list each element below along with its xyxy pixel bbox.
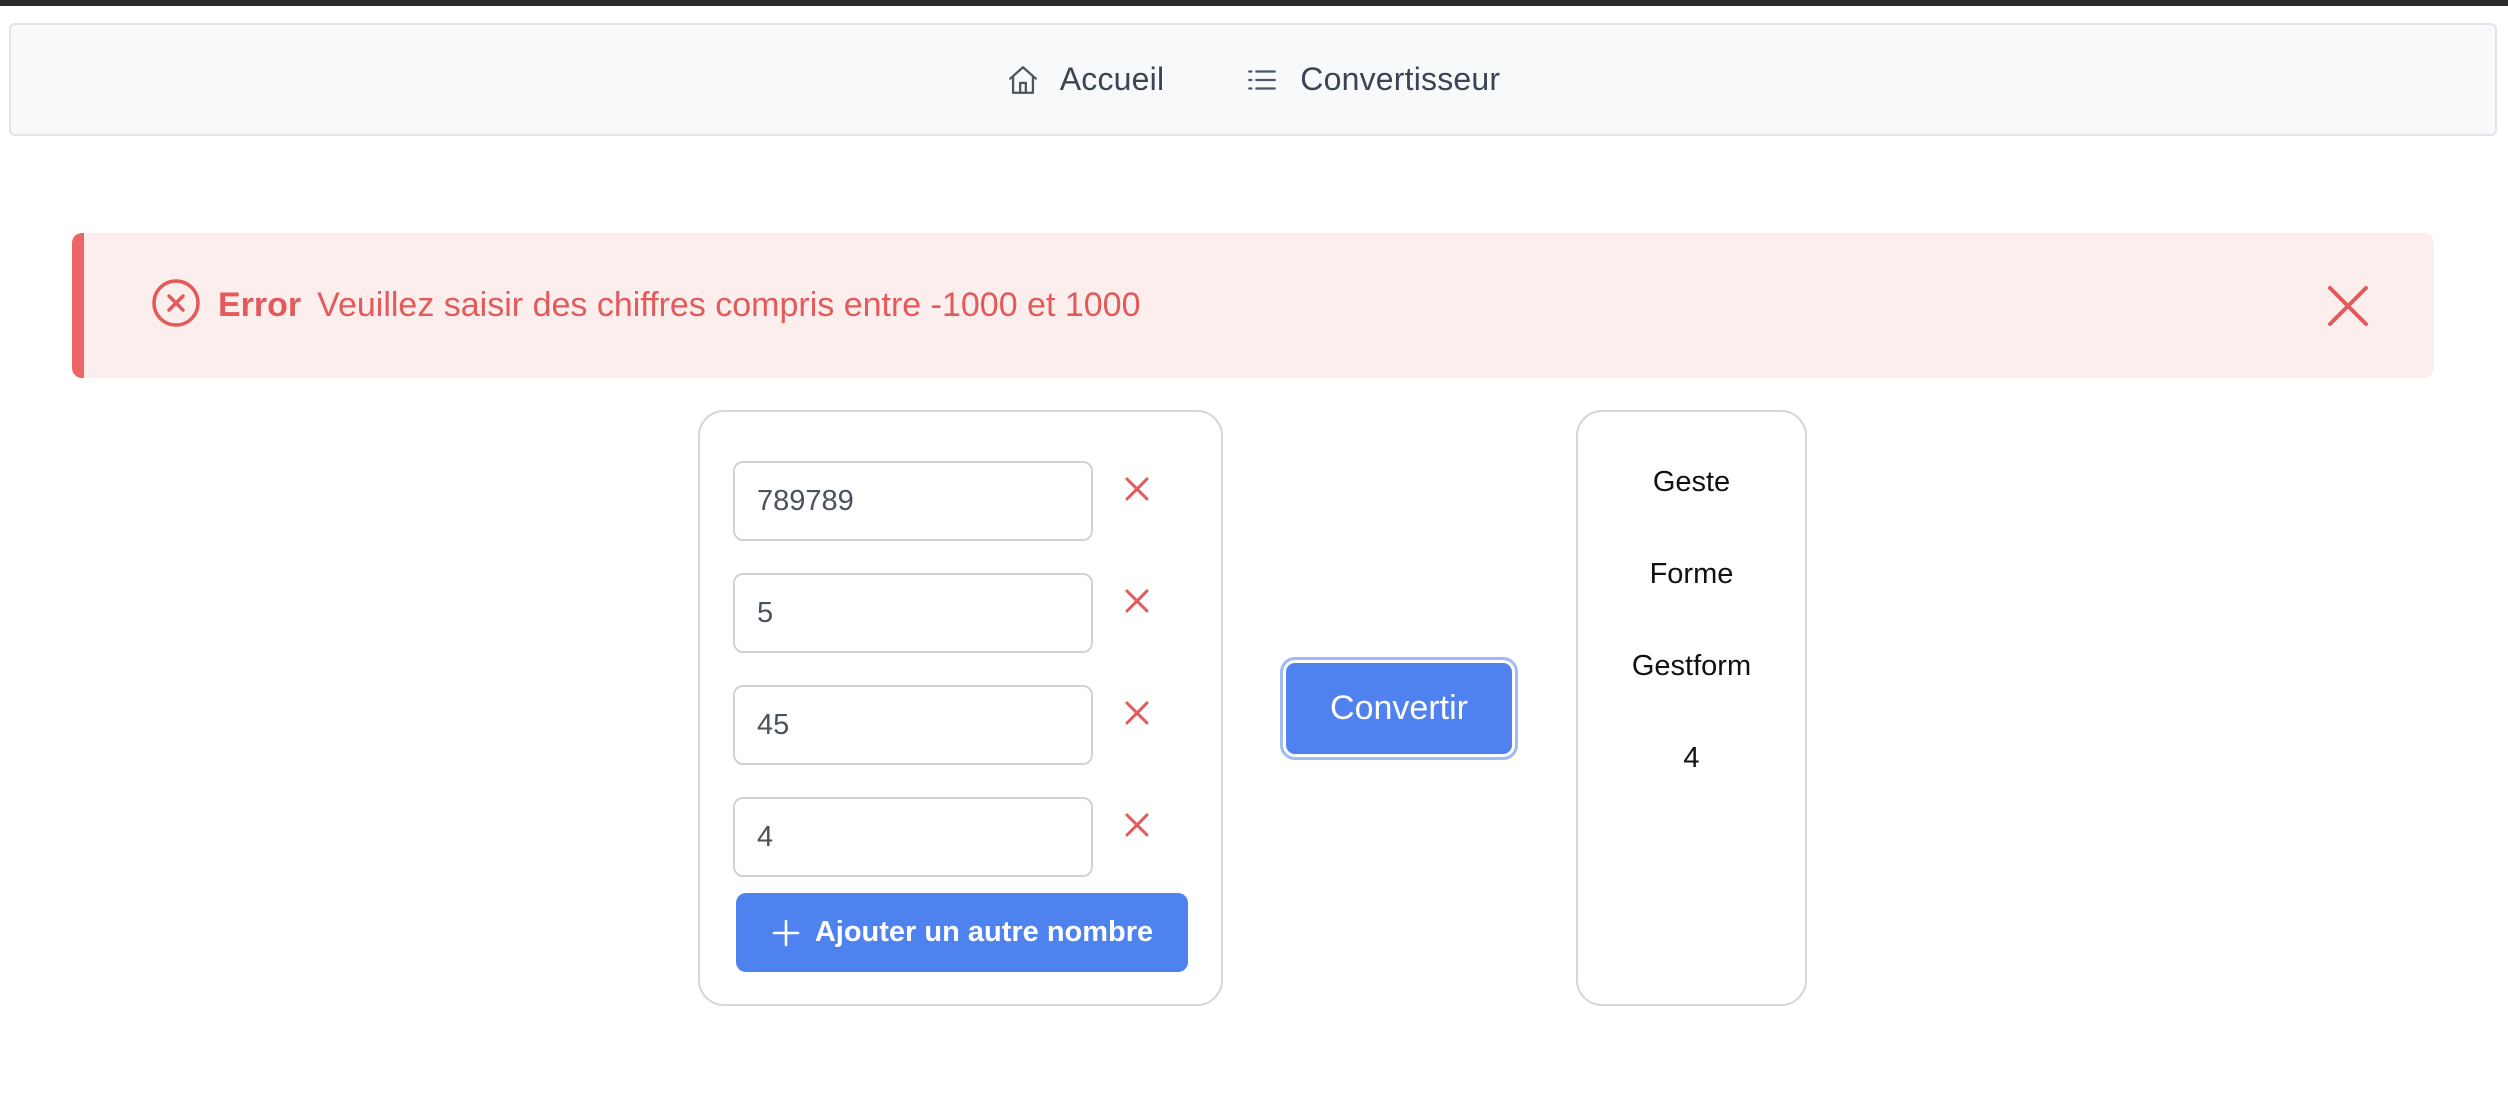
convert-button[interactable]: Convertir bbox=[1280, 657, 1518, 760]
alert-message: Veuillez saisir des chiffres compris ent… bbox=[317, 286, 1141, 324]
nav-link-home[interactable]: Accueil bbox=[1006, 61, 1165, 98]
nav-link-home-label: Accueil bbox=[1059, 61, 1165, 97]
result-item: 4 bbox=[1683, 742, 1700, 774]
number-row bbox=[733, 573, 1173, 653]
number-input[interactable] bbox=[733, 461, 1093, 541]
result-item: Forme bbox=[1649, 558, 1734, 590]
error-alert: Error Veuillez saisir des chiffres compr… bbox=[72, 233, 2434, 378]
remove-number-button[interactable] bbox=[1123, 587, 1151, 615]
list-icon bbox=[1244, 63, 1280, 97]
results-card: Geste Forme Gestform 4 bbox=[1576, 410, 1807, 1006]
number-input[interactable] bbox=[733, 573, 1093, 653]
nav-link-converter[interactable]: Convertisseur bbox=[1244, 61, 1500, 98]
close-icon bbox=[1125, 477, 1149, 501]
result-item: Gestform bbox=[1631, 650, 1752, 682]
alert-title: Error bbox=[218, 286, 302, 324]
number-row bbox=[733, 685, 1173, 765]
number-row bbox=[733, 461, 1173, 541]
nav-link-converter-label: Convertisseur bbox=[1300, 61, 1501, 97]
number-input[interactable] bbox=[733, 685, 1093, 765]
number-input[interactable] bbox=[733, 797, 1093, 877]
alert-close-button[interactable] bbox=[2326, 284, 2370, 328]
remove-number-button[interactable] bbox=[1123, 811, 1151, 839]
close-icon bbox=[1125, 589, 1149, 613]
add-number-button[interactable]: Ajouter un autre nombre bbox=[736, 893, 1188, 972]
close-icon bbox=[1125, 701, 1149, 725]
close-icon bbox=[1125, 813, 1149, 837]
remove-number-button[interactable] bbox=[1123, 699, 1151, 727]
error-circle-icon bbox=[150, 277, 202, 329]
home-icon bbox=[1006, 63, 1040, 97]
window-top-bar bbox=[0, 0, 2508, 6]
number-inputs-card: Ajouter un autre nombre bbox=[698, 410, 1223, 1006]
navbar: Accueil Convertisseur bbox=[9, 23, 2497, 136]
remove-number-button[interactable] bbox=[1123, 475, 1151, 503]
result-item: Geste bbox=[1652, 466, 1731, 498]
plus-icon bbox=[772, 919, 800, 946]
number-row bbox=[733, 797, 1173, 877]
add-number-label: Ajouter un autre nombre bbox=[814, 916, 1154, 948]
close-icon bbox=[2328, 285, 2368, 326]
